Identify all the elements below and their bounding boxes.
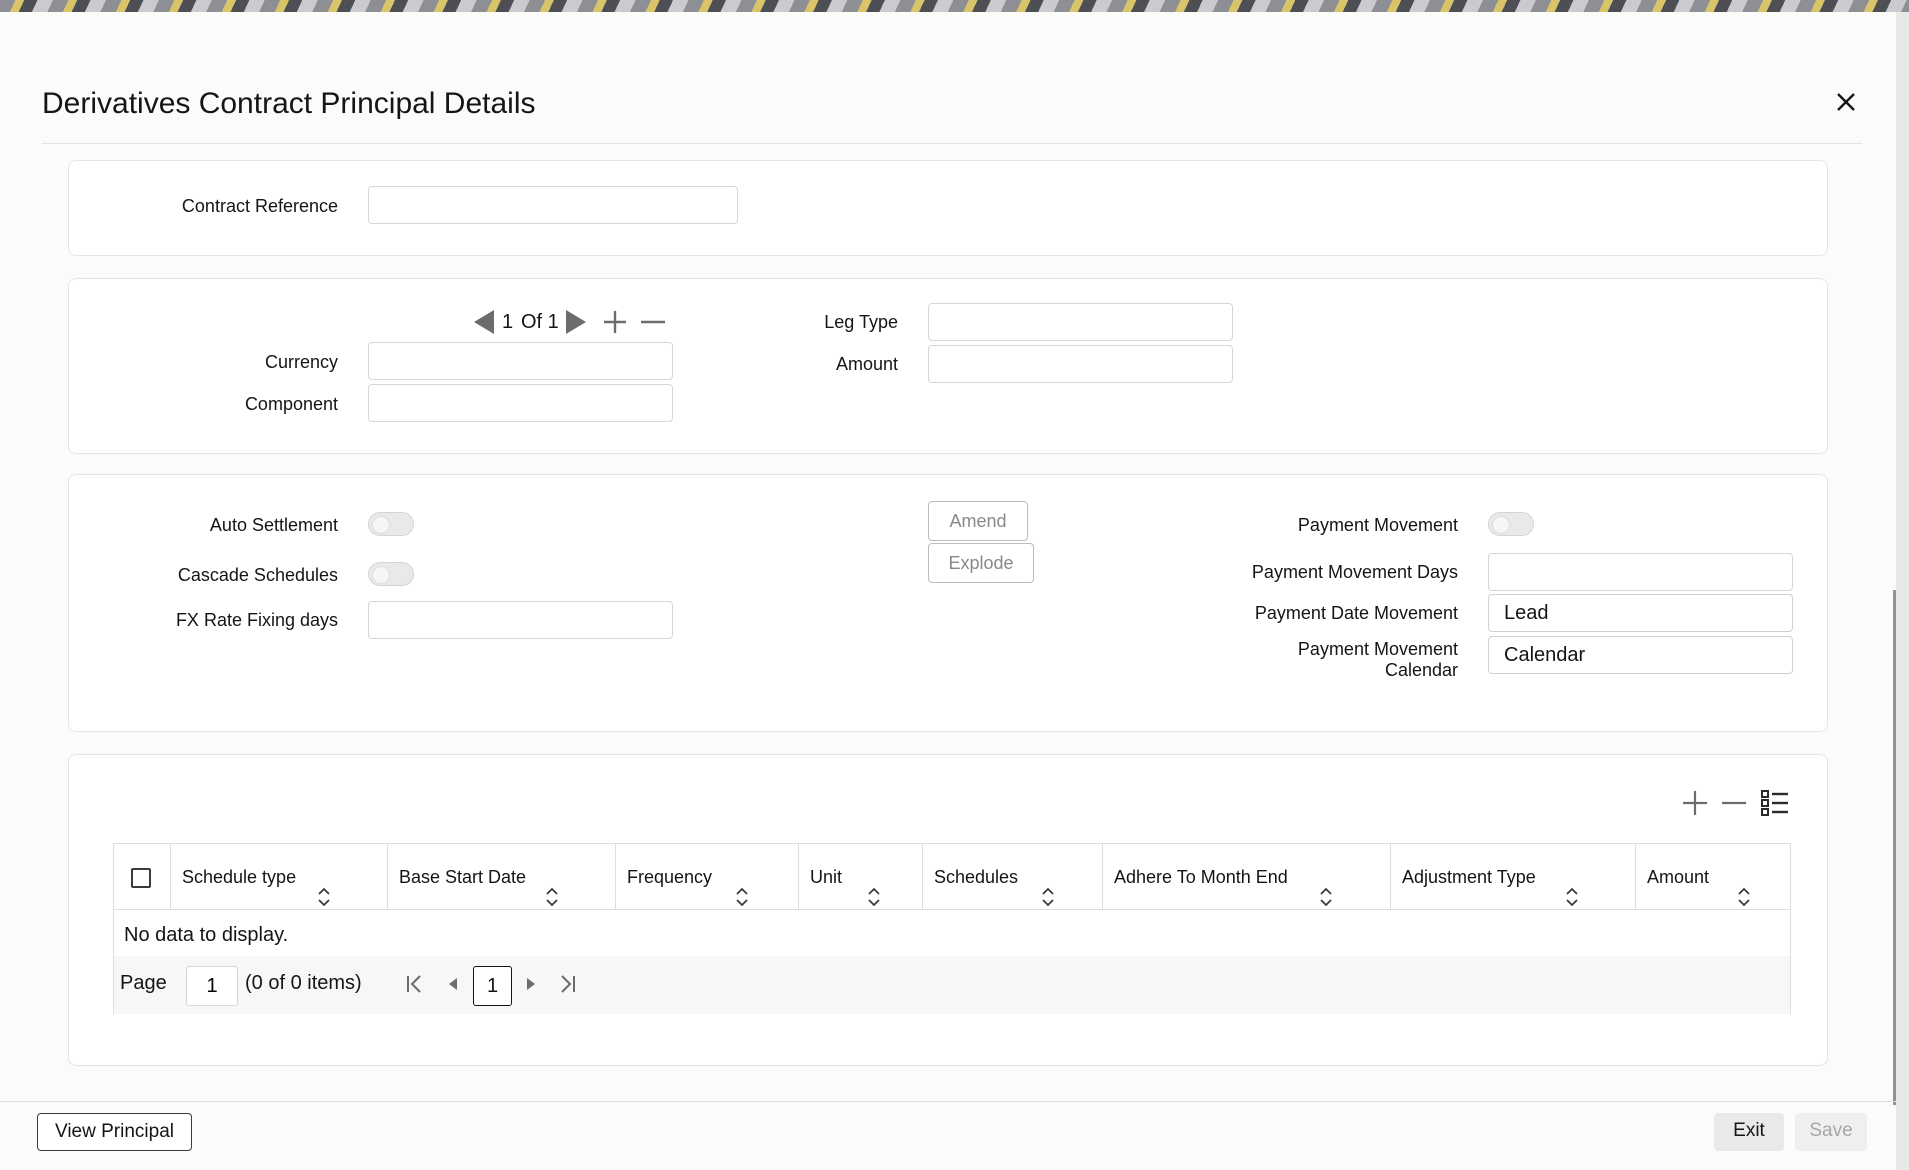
contract-reference-field[interactable] xyxy=(368,186,738,224)
sort-icon[interactable] xyxy=(317,868,331,934)
payment-date-movement-field[interactable] xyxy=(1488,594,1793,632)
column-base-start-date[interactable]: Base Start Date xyxy=(388,844,616,910)
scrollbar[interactable] xyxy=(1893,590,1896,1105)
column-label: Amount xyxy=(1647,867,1710,887)
component-label: Component xyxy=(244,394,338,414)
cascade-schedules-toggle[interactable] xyxy=(368,562,414,586)
column-label: Adjustment Type xyxy=(1402,867,1536,887)
column-label: Schedules xyxy=(934,867,1019,887)
items-count: (0 of 0 items) xyxy=(245,972,362,994)
select-all-checkbox[interactable] xyxy=(131,868,151,888)
auto-settlement-label: Auto Settlement xyxy=(209,515,338,535)
next-page-icon[interactable] xyxy=(524,972,538,1001)
sort-icon[interactable] xyxy=(1737,868,1751,934)
previous-page-icon[interactable] xyxy=(446,972,460,1001)
table-header: Schedule type Base Start Date Frequency … xyxy=(114,844,1790,910)
add-record-icon[interactable] xyxy=(600,308,630,341)
last-page-icon[interactable] xyxy=(556,972,578,1001)
column-label: Frequency xyxy=(627,867,713,887)
column-adhere-to-month-end[interactable]: Adhere To Month End xyxy=(1103,844,1391,910)
close-icon[interactable] xyxy=(1830,86,1862,118)
column-label: Schedule type xyxy=(182,867,297,887)
payment-movement-days-label: Payment Movement Days xyxy=(1251,562,1458,582)
footer-divider xyxy=(0,1101,1896,1102)
payment-movement-days-field[interactable] xyxy=(1488,553,1793,591)
page-number-input[interactable] xyxy=(186,966,238,1006)
payment-movement-toggle[interactable] xyxy=(1488,512,1534,536)
explode-button[interactable]: Explode xyxy=(928,543,1034,583)
payment-movement-label: Payment Movement xyxy=(1297,515,1458,535)
column-frequency[interactable]: Frequency xyxy=(616,844,799,910)
view-principal-button[interactable]: View Principal xyxy=(37,1113,192,1151)
table-pagination: Page (0 of 0 items) 1 xyxy=(114,956,1790,1014)
exit-button[interactable]: Exit xyxy=(1714,1113,1784,1151)
sort-icon[interactable] xyxy=(545,868,559,934)
payment-movement-calendar-field[interactable] xyxy=(1488,636,1793,674)
sort-icon[interactable] xyxy=(1565,868,1579,934)
dialog-title: Derivatives Contract Principal Details xyxy=(42,87,536,120)
title-divider xyxy=(42,143,1862,144)
delete-record-icon[interactable] xyxy=(638,308,668,341)
column-adjustment-type[interactable]: Adjustment Type xyxy=(1391,844,1636,910)
column-amount[interactable]: Amount xyxy=(1636,844,1790,910)
fx-rate-fixing-days-label: FX Rate Fixing days xyxy=(175,610,338,630)
payment-movement-calendar-label-line2: Calendar xyxy=(1384,660,1458,680)
column-label: Adhere To Month End xyxy=(1114,867,1288,887)
auto-settlement-toggle[interactable] xyxy=(368,512,414,536)
page-label: Page xyxy=(120,972,167,994)
amend-button[interactable]: Amend xyxy=(928,501,1028,541)
payment-date-movement-label: Payment Date Movement xyxy=(1254,603,1458,623)
currency-field[interactable] xyxy=(368,342,673,380)
contract-reference-label: Contract Reference xyxy=(181,196,338,216)
previous-record-icon[interactable] xyxy=(472,308,496,341)
leg-type-field[interactable] xyxy=(928,303,1233,341)
payment-movement-calendar-label-line1: Payment Movement xyxy=(1297,639,1458,659)
leg-type-label: Leg Type xyxy=(824,312,898,332)
currency-label: Currency xyxy=(264,352,338,372)
component-field[interactable] xyxy=(368,384,673,422)
sort-icon[interactable] xyxy=(867,868,881,934)
background-banner xyxy=(0,0,1909,12)
sort-icon[interactable] xyxy=(735,868,749,934)
column-label: Unit xyxy=(810,867,843,887)
delete-row-icon[interactable] xyxy=(1719,788,1749,823)
first-page-icon[interactable] xyxy=(404,972,426,1001)
column-unit[interactable]: Unit xyxy=(799,844,923,910)
add-row-icon[interactable] xyxy=(1680,788,1710,823)
schedules-table: Schedule type Base Start Date Frequency … xyxy=(113,843,1791,1014)
sort-icon[interactable] xyxy=(1319,868,1333,934)
no-data-message: No data to display. xyxy=(124,924,289,946)
save-button[interactable]: Save xyxy=(1795,1113,1867,1151)
dialog-edge xyxy=(1896,12,1909,1170)
cascade-schedules-label: Cascade Schedules xyxy=(177,565,338,585)
current-page-indicator[interactable]: 1 xyxy=(473,966,512,1006)
column-label: Base Start Date xyxy=(399,867,527,887)
amount-label: Amount xyxy=(835,354,898,374)
next-record-icon[interactable] xyxy=(564,308,588,341)
column-schedule-type[interactable]: Schedule type xyxy=(171,844,388,910)
column-schedules[interactable]: Schedules xyxy=(923,844,1103,910)
sort-icon[interactable] xyxy=(1041,868,1055,934)
pager-current: 1 xyxy=(502,311,514,333)
amount-field[interactable] xyxy=(928,345,1233,383)
pager-of-total: Of 1 xyxy=(521,311,559,333)
single-view-icon[interactable] xyxy=(1760,788,1790,823)
fx-rate-fixing-days-field[interactable] xyxy=(368,601,673,639)
select-all-column xyxy=(114,844,171,910)
